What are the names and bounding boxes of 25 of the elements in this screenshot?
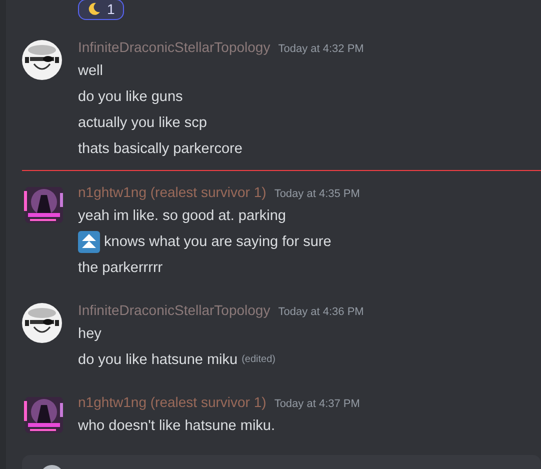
message-text: thats basically parkercore xyxy=(78,140,242,159)
author-name[interactable]: n1ghtw1ng (realest survivor 1) xyxy=(78,183,266,201)
edited-label: (edited) xyxy=(242,353,276,367)
avatar-icon xyxy=(22,185,66,225)
timestamp: Today at 4:37 PM xyxy=(274,397,360,412)
author-name[interactable]: InfiniteDraconicStellarTopology xyxy=(78,38,270,56)
message-text: knows what you are saying for sure xyxy=(104,233,332,252)
author-name[interactable]: InfiniteDraconicStellarTopology xyxy=(78,301,270,319)
reaction-button[interactable]: 1 xyxy=(78,0,124,20)
message-text: hey xyxy=(78,325,102,344)
avatar-icon xyxy=(22,303,62,343)
message-text: actually you like scp xyxy=(78,114,207,133)
avatar-icon xyxy=(22,395,66,435)
avatar-icon xyxy=(22,40,62,80)
timestamp: Today at 4:35 PM xyxy=(274,187,360,202)
message-text: yeah im like. so good at. parking xyxy=(78,207,286,226)
message-text: the parkerrrrr xyxy=(78,259,163,278)
moon-icon xyxy=(87,2,101,16)
author-name[interactable]: n1ghtw1ng (realest survivor 1) xyxy=(78,393,266,411)
timestamp: Today at 4:36 PM xyxy=(278,305,364,320)
message-text: do you like hatsune miku xyxy=(78,351,238,370)
timestamp: Today at 4:32 PM xyxy=(278,42,364,57)
message-text: do you like guns xyxy=(78,88,183,107)
message-text: well xyxy=(78,62,103,81)
message-text: who doesn't like hatsune miku. xyxy=(78,417,276,436)
